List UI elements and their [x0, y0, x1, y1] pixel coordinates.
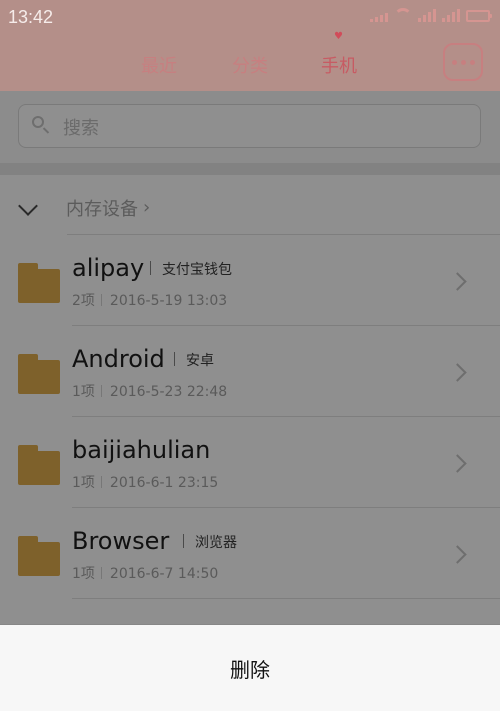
modified-date: 2016-5-23 22:48 [109, 384, 228, 400]
dot-icon [451, 59, 457, 65]
list-item[interactable]: Android 安卓 1项 2016-5-23 22:48 [0, 326, 500, 417]
file-name: Android [72, 345, 165, 373]
file-alias: 浏览器 [195, 535, 237, 551]
list-item[interactable]: Browser 浏览器 1项 2016-6-7 14:50 [0, 508, 500, 599]
chevron-right-icon: › [143, 197, 151, 218]
modified-date: 2016-6-7 14:50 [109, 566, 219, 582]
breadcrumb-item-storage[interactable]: 内存设备 [66, 195, 138, 221]
chevron-right-icon [448, 454, 467, 473]
item-count: 1项 [72, 384, 95, 400]
file-name: Browser [72, 527, 170, 555]
tab-recent[interactable]: 最近 [141, 52, 177, 78]
app-header: 13:42 最近 分类 手机 ♥ [0, 0, 500, 91]
section-divider [0, 163, 500, 175]
chevron-right-icon [448, 545, 467, 564]
divider [174, 352, 175, 366]
wifi-icon [394, 8, 412, 22]
modified-date: 2016-5-19 13:03 [109, 293, 228, 309]
chevron-right-icon [448, 363, 467, 382]
divider [150, 261, 151, 275]
search-placeholder: 搜索 [63, 118, 99, 139]
tab-bar: 最近 分类 手机 [0, 46, 500, 86]
delete-button[interactable]: 删除 [0, 625, 500, 711]
chevron-down-icon[interactable] [18, 196, 38, 216]
status-time: 13:42 [8, 7, 54, 27]
signal-icon [370, 8, 388, 22]
item-count: 2项 [72, 293, 95, 309]
bottom-action-sheet: 删除 [0, 625, 500, 711]
file-meta: 1项 2016-6-7 14:50 [72, 563, 218, 583]
file-name: baijiahulian [72, 436, 211, 464]
file-meta: 2项 2016-5-19 13:03 [72, 290, 227, 310]
breadcrumb: 内存设备 › [0, 175, 500, 235]
active-tab-heart-icon: ♥ [334, 31, 343, 42]
dot-icon [469, 59, 475, 65]
folder-icon [18, 263, 60, 303]
list-item[interactable]: alipay 支付宝钱包 2项 2016-5-19 13:03 [0, 235, 500, 326]
folder-icon [18, 445, 60, 485]
more-options-button[interactable] [443, 43, 483, 81]
tab-category[interactable]: 分类 [232, 52, 268, 78]
folder-icon [18, 354, 60, 394]
file-meta: 1项 2016-5-23 22:48 [72, 381, 227, 401]
mobile-signal-icon [418, 8, 436, 22]
list-item[interactable]: baijiahulian 1项 2016-6-1 23:15 [0, 417, 500, 508]
status-icons [370, 8, 492, 22]
modified-date: 2016-6-1 23:15 [109, 475, 219, 491]
file-alias: 安卓 [186, 353, 214, 369]
file-list: alipay 支付宝钱包 2项 2016-5-19 13:03 Android 安… [0, 235, 500, 599]
file-name: alipay [72, 254, 145, 282]
divider [183, 534, 184, 548]
status-bar: 13:42 [0, 0, 500, 36]
file-alias: 支付宝钱包 [162, 262, 232, 278]
search-input[interactable]: 搜索 [18, 104, 481, 148]
search-area: 搜索 [0, 91, 500, 163]
battery-icon [466, 10, 492, 22]
search-icon [32, 116, 44, 128]
dot-icon [460, 59, 466, 65]
chevron-right-icon [448, 272, 467, 291]
item-count: 1项 [72, 566, 95, 582]
tab-phone[interactable]: 手机 [321, 52, 357, 78]
mobile-signal-icon-2 [442, 8, 460, 22]
folder-icon [18, 536, 60, 576]
item-count: 1项 [72, 475, 95, 491]
file-meta: 1项 2016-6-1 23:15 [72, 472, 218, 492]
